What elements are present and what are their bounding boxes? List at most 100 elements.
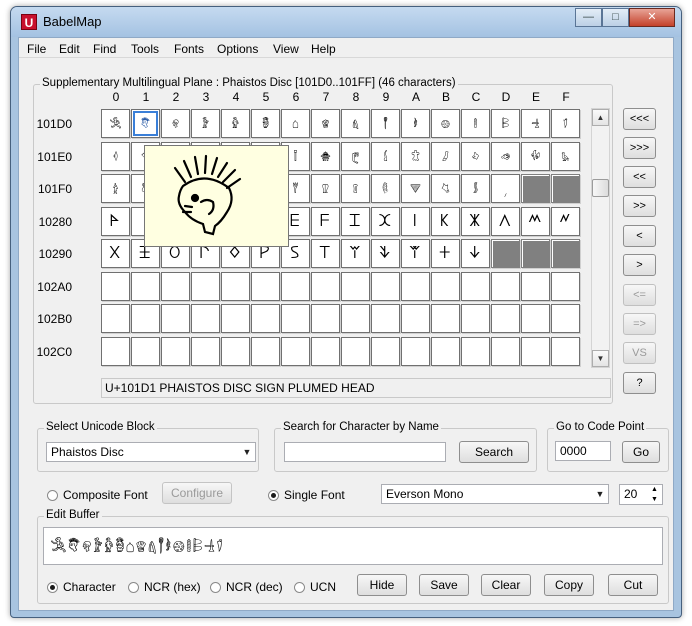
grid-cell[interactable]: 𐇩 (371, 141, 400, 171)
grid-cell[interactable] (461, 271, 490, 301)
grid-cell[interactable]: 𐇚 (401, 109, 430, 138)
grid-cell[interactable] (281, 271, 310, 301)
grid-cell[interactable]: 𐊐 (101, 239, 130, 268)
grid-cell[interactable] (461, 304, 490, 333)
next-row-button[interactable]: > (623, 254, 656, 276)
prev-block-button[interactable]: << (623, 166, 656, 188)
grid-cell[interactable] (371, 304, 400, 333)
single-font-radio[interactable]: Single Font (268, 488, 345, 502)
grid-cell[interactable] (401, 271, 430, 301)
search-button[interactable]: Search (459, 441, 529, 463)
grid-cell[interactable]: 𐇬 (461, 141, 490, 171)
grid-cell[interactable]: 𐇑 (131, 109, 160, 138)
grid-cell[interactable]: 𐊎 (521, 206, 550, 236)
edit-buffer-textarea[interactable]: 𐇐𐇑𐇒𐇓𐇔𐇕𐇖𐇗𐇘𐇙𐇚𐇛𐇜𐇝𐇞𐇟 (43, 527, 663, 565)
grid-cell[interactable]: 𐇕 (251, 109, 280, 138)
grid-cell[interactable] (161, 336, 190, 366)
font-select[interactable]: Everson Mono ▼ (381, 484, 609, 504)
grid-cell[interactable]: 𐇷 (311, 174, 340, 203)
grid-cell[interactable]: 𐊉 (371, 206, 400, 236)
font-size-spinner[interactable]: 20 ▲ ▼ (619, 484, 663, 505)
grid-cell[interactable]: 𐊏 (551, 206, 580, 236)
grid-cell[interactable] (251, 304, 280, 333)
grid-cell[interactable] (521, 174, 550, 203)
grid-cell[interactable] (341, 271, 370, 301)
grid-cell[interactable]: 𐇽 (491, 174, 520, 203)
grid-cell[interactable] (311, 271, 340, 301)
grid-cell[interactable] (491, 336, 520, 366)
grid-cell[interactable]: 𐇝 (491, 109, 520, 138)
grid-cell[interactable]: 𐇜 (461, 109, 490, 138)
grid-cell[interactable]: 𐇘 (341, 109, 370, 138)
grid-cell[interactable]: 𐇻 (431, 174, 460, 203)
grid-cell[interactable]: 𐇯 (551, 141, 580, 171)
menu-help[interactable]: Help (311, 42, 336, 56)
grid-cell[interactable] (371, 271, 400, 301)
clear-button[interactable]: Clear (481, 574, 531, 596)
title-bar[interactable]: U BabelMap — □ ✕ (11, 7, 681, 37)
grid-cell[interactable] (221, 271, 250, 301)
configure-button[interactable]: Configure (162, 482, 232, 504)
grid-cell[interactable] (281, 304, 310, 333)
grid-cell[interactable]: 𐇞 (521, 109, 550, 138)
grid-cell[interactable]: 𐇛 (431, 109, 460, 138)
grid-cell[interactable] (551, 304, 580, 333)
grid-cell[interactable] (161, 271, 190, 301)
ucn-radio[interactable]: UCN (294, 580, 336, 594)
grid-cell[interactable] (311, 304, 340, 333)
ncr-dec-radio[interactable]: NCR (dec) (210, 580, 283, 594)
grid-cell[interactable] (521, 336, 550, 366)
grid-cell[interactable]: 𐇼 (461, 174, 490, 203)
chevron-down-icon[interactable]: ▼ (240, 444, 254, 460)
grid-cell[interactable] (341, 304, 370, 333)
grid-cell[interactable] (341, 336, 370, 366)
grid-cell[interactable] (251, 336, 280, 366)
character-radio[interactable]: Character (47, 580, 116, 594)
grid-cell[interactable] (401, 336, 430, 366)
scroll-thumb[interactable] (592, 179, 609, 197)
grid-scrollbar[interactable]: ▲ ▼ (591, 108, 610, 368)
vs-button[interactable]: VS (623, 342, 656, 364)
grid-cell[interactable]: 𐇰 (101, 174, 130, 203)
grid-cell[interactable] (161, 304, 190, 333)
grid-cell[interactable] (371, 336, 400, 366)
grid-cell[interactable] (401, 304, 430, 333)
back-button[interactable]: <= (623, 284, 656, 306)
grid-cell[interactable] (491, 239, 520, 268)
grid-cell[interactable] (431, 271, 460, 301)
grid-cell[interactable]: 𐊊 (401, 206, 430, 236)
grid-cell[interactable]: 𐇒 (161, 109, 190, 138)
grid-cell[interactable] (521, 271, 550, 301)
last-page-button[interactable]: >>> (623, 137, 656, 159)
unicode-block-select[interactable]: Phaistos Disc ▼ (46, 442, 256, 462)
grid-cell[interactable]: 𐇹 (371, 174, 400, 203)
next-block-button[interactable]: >> (623, 195, 656, 217)
grid-cell[interactable] (551, 271, 580, 301)
maximize-icon[interactable]: □ (602, 8, 629, 27)
menu-fonts[interactable]: Fonts (174, 42, 204, 56)
grid-cell[interactable]: 𐇫 (431, 141, 460, 171)
grid-cell[interactable] (551, 239, 580, 268)
grid-cell[interactable]: 𐇠 (101, 141, 130, 171)
help-button[interactable]: ? (623, 372, 656, 394)
spin-up-icon[interactable]: ▲ (648, 485, 661, 494)
grid-cell[interactable] (311, 336, 340, 366)
grid-cell[interactable] (431, 304, 460, 333)
minimize-icon[interactable]: — (575, 8, 602, 27)
close-icon[interactable]: ✕ (629, 8, 675, 27)
grid-cell[interactable] (551, 336, 580, 366)
search-input[interactable] (284, 442, 446, 462)
grid-cell[interactable]: 𐊗 (311, 239, 340, 268)
grid-cell[interactable]: 𐊘 (341, 239, 370, 268)
grid-cell[interactable]: 𐊇 (311, 206, 340, 236)
grid-cell[interactable]: 𐇟 (551, 109, 580, 138)
grid-cell[interactable] (131, 336, 160, 366)
grid-cell[interactable]: 𐇨 (341, 141, 370, 171)
grid-cell[interactable] (191, 271, 220, 301)
grid-cell[interactable]: 𐊍 (491, 206, 520, 236)
grid-cell[interactable]: 𐇸 (341, 174, 370, 203)
grid-cell[interactable]: 𐇺 (401, 174, 430, 203)
grid-cell[interactable] (521, 304, 550, 333)
grid-cell[interactable] (461, 336, 490, 366)
grid-cell[interactable]: 𐊈 (341, 206, 370, 236)
